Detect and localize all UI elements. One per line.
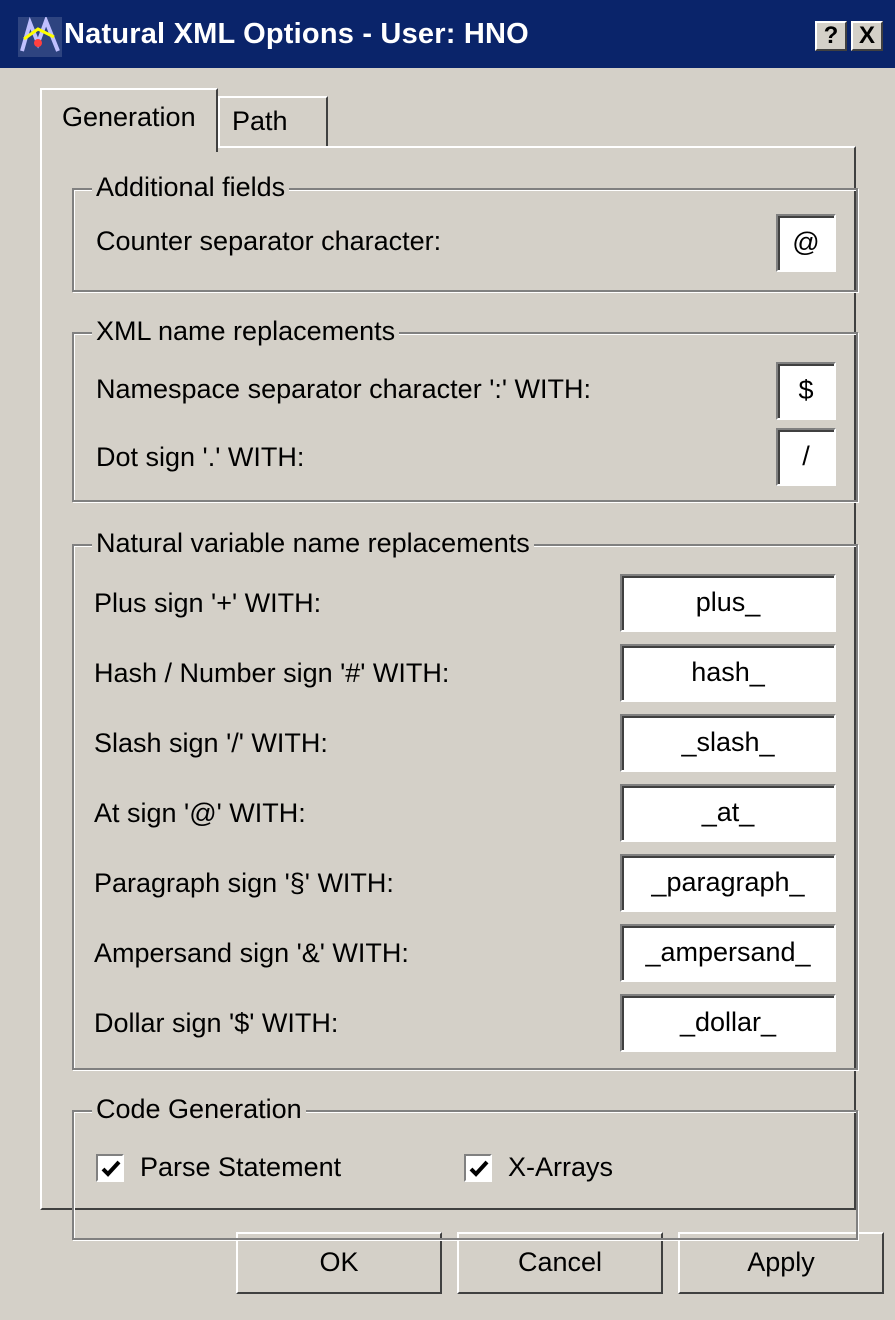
paragraph-sign-field[interactable]: _paragraph_ — [620, 854, 836, 912]
counter-separator-label: Counter separator character: — [96, 226, 442, 256]
natural-variable-replacements-legend: Natural variable name replacements — [92, 528, 534, 559]
x-arrays-checkbox[interactable] — [464, 1154, 492, 1182]
parse-statement-checkbox[interactable] — [96, 1154, 124, 1182]
at-sign-label: At sign '@' WITH: — [94, 798, 306, 828]
additional-fields-legend: Additional fields — [92, 172, 290, 203]
hash-sign-field[interactable]: hash_ — [620, 644, 836, 702]
close-button[interactable]: X — [851, 21, 883, 51]
parse-statement-label[interactable]: Parse Statement — [140, 1152, 341, 1183]
slash-sign-label: Slash sign '/' WITH: — [94, 728, 328, 758]
code-generation-group: Code Generation Parse Statement X-Arrays — [72, 1094, 858, 1240]
ampersand-sign-field[interactable]: _ampersand_ — [620, 924, 836, 982]
dot-sign-field[interactable]: / — [776, 428, 836, 486]
namespace-separator-label: Namespace separator character ':' WITH: — [96, 374, 591, 404]
additional-fields-group: Additional fields Counter separator char… — [72, 172, 858, 292]
window-title: Natural XML Options - User: HNO — [64, 18, 529, 50]
natural-app-icon — [18, 17, 62, 57]
ampersand-sign-label: Ampersand sign '&' WITH: — [94, 938, 409, 968]
counter-separator-field[interactable]: @ — [776, 214, 836, 272]
natural-variable-replacements-group: Natural variable name replacements Plus … — [72, 528, 858, 1070]
at-sign-field[interactable]: _at_ — [620, 784, 836, 842]
tab-generation-label: Generation — [62, 102, 196, 132]
paragraph-sign-label: Paragraph sign '§' WITH: — [94, 868, 394, 898]
ok-button[interactable]: OK — [236, 1232, 442, 1294]
xml-name-replacements-legend: XML name replacements — [92, 316, 400, 347]
apply-button[interactable]: Apply — [678, 1232, 884, 1294]
plus-sign-label: Plus sign '+' WITH: — [94, 588, 322, 618]
xml-name-replacements-group: XML name replacements Namespace separato… — [72, 316, 858, 502]
code-generation-legend: Code Generation — [92, 1094, 306, 1125]
tab-generation[interactable]: Generation — [40, 88, 218, 152]
x-arrays-label[interactable]: X-Arrays — [508, 1152, 613, 1183]
hash-sign-label: Hash / Number sign '#' WITH: — [94, 658, 450, 688]
help-button[interactable]: ? — [815, 21, 847, 51]
generation-tab-panel: Additional fields Counter separator char… — [40, 146, 858, 1240]
title-bar: Natural XML Options - User: HNO ? X — [0, 0, 895, 68]
dollar-sign-label: Dollar sign '$' WITH: — [94, 1008, 339, 1038]
dollar-sign-field[interactable]: _dollar_ — [620, 994, 836, 1052]
tab-path[interactable]: Path — [218, 96, 328, 146]
checkmark-icon — [101, 1160, 121, 1177]
slash-sign-field[interactable]: _slash_ — [620, 714, 836, 772]
cancel-button[interactable]: Cancel — [457, 1232, 663, 1294]
dot-sign-label: Dot sign '.' WITH: — [96, 442, 305, 472]
plus-sign-field[interactable]: plus_ — [620, 574, 836, 632]
checkmark-icon — [469, 1160, 489, 1177]
tab-path-label: Path — [232, 106, 288, 136]
namespace-separator-field[interactable]: $ — [776, 362, 836, 420]
